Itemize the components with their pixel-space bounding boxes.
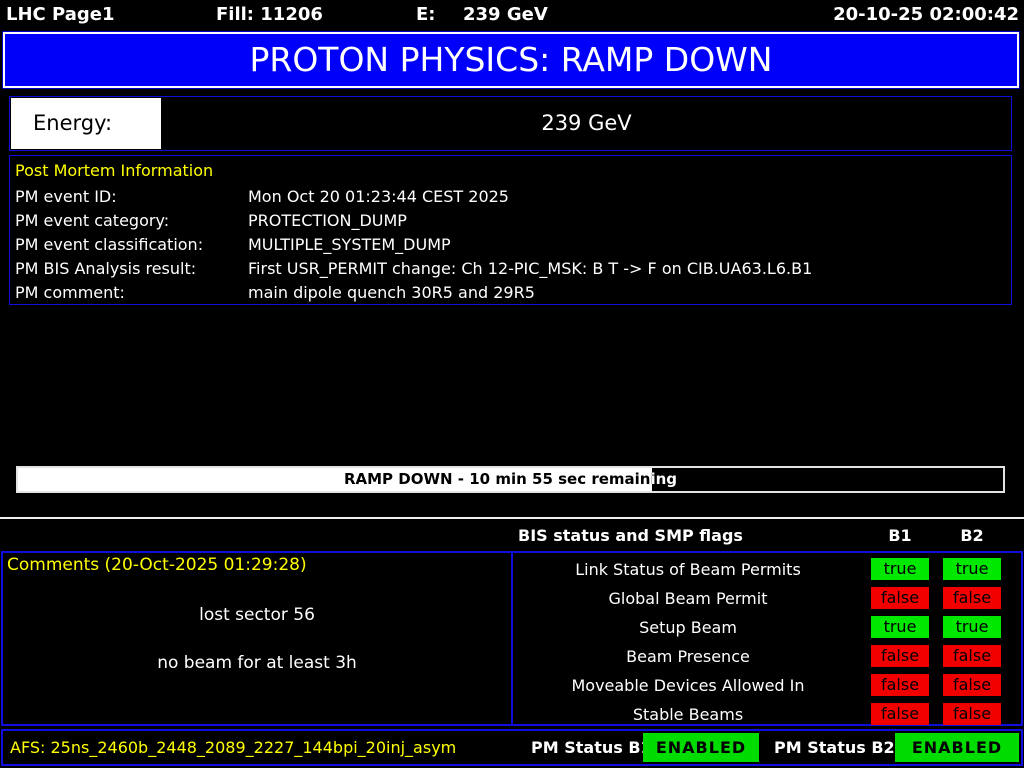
- comments-header: Comments (20-Oct-2025 01:29:28): [7, 555, 307, 575]
- pm-row: PM event category: PROTECTION_DUMP: [15, 209, 1005, 233]
- flag-label: Setup Beam: [513, 613, 863, 642]
- energy-row-label: Energy:: [11, 98, 161, 149]
- energy-row: Energy: 239 GeV: [9, 96, 1012, 151]
- flag-b2-badge: true: [943, 558, 1001, 580]
- flag-b2-badge: false: [943, 645, 1001, 667]
- flag-b1-badge: false: [871, 703, 929, 725]
- flag-row: Setup Beam true true: [513, 613, 1021, 642]
- datetime: 20-10-25 02:00:42: [833, 4, 1019, 25]
- pm-row: PM event ID: Mon Oct 20 01:23:44 CEST 20…: [15, 185, 1005, 209]
- energy-value: 239 GeV: [463, 4, 548, 25]
- post-mortem-panel: Post Mortem Information PM event ID: Mon…: [9, 155, 1012, 305]
- flag-b2-badge: false: [943, 703, 1001, 725]
- bottom-status-bar: AFS: 25ns_2460b_2448_2089_2227_144bpi_20…: [1, 729, 1023, 766]
- lower-panel: Comments (20-Oct-2025 01:29:28) lost sec…: [1, 551, 1023, 726]
- energy-row-value: 239 GeV: [162, 97, 1011, 150]
- pm-row: PM event classification: MULTIPLE_SYSTEM…: [15, 233, 1005, 257]
- post-mortem-header: Post Mortem Information: [15, 161, 213, 180]
- page-title-banner: PROTON PHYSICS: RAMP DOWN: [3, 32, 1019, 88]
- column-header-b1: B1: [871, 526, 929, 545]
- pm-row-label: PM event category:: [15, 209, 169, 233]
- bis-flags-panel: Link Status of Beam Permits true true Gl…: [513, 553, 1021, 724]
- flag-b1-badge: true: [871, 558, 929, 580]
- flag-b1-badge: false: [871, 674, 929, 696]
- flag-label: Stable Beams: [513, 700, 863, 729]
- pm-status-b1-badge: ENABLED: [643, 733, 759, 762]
- pm-row-label: PM comment:: [15, 281, 125, 305]
- flag-b1-badge: false: [871, 645, 929, 667]
- flag-row: Link Status of Beam Permits true true: [513, 555, 1021, 584]
- progress-text-covered: RAMP DOWN - 10 min 55 sec remaining: [18, 468, 652, 491]
- pm-row-value: Mon Oct 20 01:23:44 CEST 2025: [248, 185, 509, 209]
- app-title: LHC Page1: [6, 4, 114, 25]
- flag-label: Moveable Devices Allowed In: [513, 671, 863, 700]
- pm-row-value: MULTIPLE_SYSTEM_DUMP: [248, 233, 451, 257]
- flag-row: Beam Presence false false: [513, 642, 1021, 671]
- energy-label: E:: [416, 4, 436, 25]
- bis-section-header: BIS status and SMP flags: [518, 526, 743, 545]
- flag-b2-badge: false: [943, 587, 1001, 609]
- flag-label: Global Beam Permit: [513, 584, 863, 613]
- flag-row: Stable Beams false false: [513, 700, 1021, 729]
- comment-line: no beam for at least 3h: [3, 653, 511, 673]
- pm-status-b1-label: PM Status B1: [531, 731, 652, 764]
- top-status-bar: LHC Page1 Fill: 11206 E: 239 GeV 20-10-2…: [0, 0, 1024, 30]
- flag-row: Moveable Devices Allowed In false false: [513, 671, 1021, 700]
- pm-row-value: main dipole quench 30R5 and 29R5: [248, 281, 535, 305]
- pm-row: PM BIS Analysis result: First USR_PERMIT…: [15, 257, 1005, 281]
- flag-b1-badge: true: [871, 616, 929, 638]
- flag-label: Beam Presence: [513, 642, 863, 671]
- flag-b2-badge: false: [943, 674, 1001, 696]
- pm-row-value: PROTECTION_DUMP: [248, 209, 407, 233]
- ramp-down-progress-bar: RAMP DOWN - 10 min 55 sec remaining RAMP…: [16, 466, 1005, 493]
- pm-row-label: PM event classification:: [15, 233, 203, 257]
- comments-panel: Comments (20-Oct-2025 01:29:28) lost sec…: [3, 553, 511, 724]
- afs-filling-scheme: AFS: 25ns_2460b_2448_2089_2227_144bpi_20…: [10, 731, 456, 764]
- progress-fill: RAMP DOWN - 10 min 55 sec remaining: [18, 468, 652, 491]
- fill-number: Fill: 11206: [216, 4, 323, 25]
- horizontal-separator: [0, 517, 1024, 519]
- comment-line: lost sector 56: [3, 605, 511, 625]
- flag-label: Link Status of Beam Permits: [513, 555, 863, 584]
- flag-b2-badge: true: [943, 616, 1001, 638]
- pm-row-value: First USR_PERMIT change: Ch 12-PIC_MSK: …: [248, 257, 812, 281]
- flag-row: Global Beam Permit false false: [513, 584, 1021, 613]
- pm-row-label: PM event ID:: [15, 185, 117, 209]
- pm-status-b2-label: PM Status B2: [774, 731, 895, 764]
- pm-row-label: PM BIS Analysis result:: [15, 257, 196, 281]
- pm-row: PM comment: main dipole quench 30R5 and …: [15, 281, 1005, 305]
- pm-status-b2-badge: ENABLED: [895, 733, 1019, 762]
- flag-b1-badge: false: [871, 587, 929, 609]
- column-header-b2: B2: [943, 526, 1001, 545]
